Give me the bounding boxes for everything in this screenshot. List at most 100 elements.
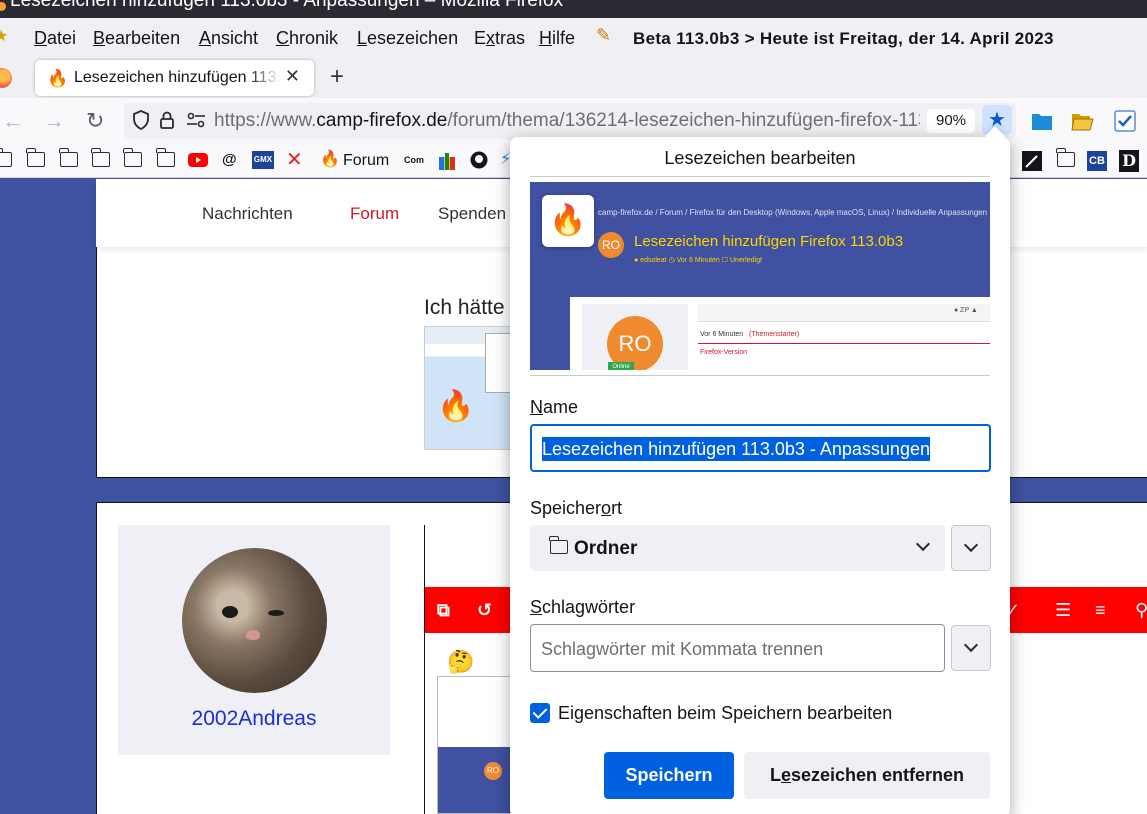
menu-datei[interactable]: Datei bbox=[34, 27, 76, 49]
nav-forum[interactable]: Forum bbox=[350, 204, 399, 224]
menu-chronik[interactable]: Chronik bbox=[276, 27, 338, 49]
back-button[interactable]: ← bbox=[2, 108, 24, 134]
bookmark-folder-icon[interactable] bbox=[59, 148, 78, 167]
thumbnail-band bbox=[438, 747, 510, 813]
bookmark-folder-icon[interactable] bbox=[123, 148, 142, 167]
pen-icon[interactable] bbox=[1022, 151, 1042, 171]
zoom-reset-button[interactable]: 90% bbox=[927, 109, 975, 133]
url-bar[interactable]: https://www.camp-firefox.de/forum/thema/… bbox=[124, 103, 1016, 139]
folder-icon bbox=[549, 536, 568, 554]
align-left-icon[interactable]: ≡ bbox=[1095, 600, 1106, 620]
preview-avatar: RO bbox=[598, 232, 624, 258]
separator bbox=[530, 375, 990, 376]
flame-favicon-icon: 🔥 bbox=[47, 69, 69, 88]
user-card: 2002Andreas bbox=[118, 525, 390, 755]
name-input-value: Lesezeichen hinzufügen 113.0b3 - Anpassu… bbox=[542, 437, 930, 461]
name-input[interactable]: Lesezeichen hinzufügen 113.0b3 - Anpassu… bbox=[530, 424, 991, 472]
show-editor-checkbox[interactable] bbox=[530, 703, 550, 723]
folder-select[interactable]: Ordner bbox=[530, 525, 945, 571]
preview-buttons: ● ZP ▲ bbox=[954, 307, 978, 314]
flame-icon[interactable]: 🔥 bbox=[320, 150, 340, 170]
avatar-nose bbox=[246, 630, 260, 640]
folder-blue-icon[interactable] bbox=[1030, 109, 1054, 133]
preview-breadcrumb: camp-firefox.de / Forum / Firefox für de… bbox=[598, 208, 988, 217]
screenshot-thumbnail[interactable]: RO bbox=[437, 676, 511, 814]
reload-button[interactable]: ↻ bbox=[86, 108, 104, 134]
com-icon[interactable]: Com bbox=[404, 150, 424, 170]
lock-icon[interactable] bbox=[160, 111, 174, 129]
bookmark-folder-icon[interactable] bbox=[26, 148, 45, 167]
preview-divider bbox=[698, 343, 990, 344]
remove-bookmark-button[interactable]: Lesezeichen entfernen bbox=[744, 752, 990, 799]
folder-select-value: Ordner bbox=[574, 538, 638, 559]
location-label: Speicherort bbox=[530, 498, 623, 518]
firefox-logo-icon[interactable] bbox=[0, 68, 12, 88]
thinking-emoji: 🤔 bbox=[447, 649, 475, 674]
avatar-eye bbox=[222, 606, 238, 618]
show-editor-label[interactable]: Eigenschaften beim Speichern bearbeiten bbox=[558, 703, 892, 724]
list-icon[interactable]: ☰ bbox=[1055, 600, 1071, 620]
username-link[interactable]: 2002Andreas bbox=[118, 707, 390, 731]
preview-toolbar: ● ZP ▲ bbox=[698, 304, 990, 322]
editor-border bbox=[424, 525, 425, 814]
cb-icon[interactable]: CB bbox=[1087, 151, 1107, 171]
undo-icon[interactable]: ↺ bbox=[477, 600, 492, 620]
forward-button[interactable]: → bbox=[43, 108, 65, 134]
menu-bearbeiten[interactable]: Bearbeiten bbox=[93, 27, 180, 49]
notepad-icon[interactable]: ✎ bbox=[596, 25, 611, 46]
firefox-beta-icon bbox=[0, 2, 6, 11]
screenshot-thumbnail[interactable]: 🔥 bbox=[424, 326, 514, 450]
gmx-icon[interactable]: GMX bbox=[252, 151, 274, 169]
close-tab-icon[interactable]: ✕ bbox=[285, 66, 300, 87]
url-text[interactable]: https://www.camp-firefox.de/forum/thema/… bbox=[214, 110, 920, 132]
separator bbox=[530, 176, 990, 177]
gift-icon[interactable] bbox=[437, 151, 457, 171]
save-button[interactable]: Speichern bbox=[604, 752, 734, 799]
folder-open-icon[interactable] bbox=[1070, 109, 1094, 133]
menu-extras[interactable]: Extras bbox=[474, 27, 525, 49]
menu-hilfe[interactable]: Hilfe bbox=[539, 27, 575, 49]
link-icon[interactable]: ⚲ bbox=[1135, 600, 1147, 620]
preview-meta: ● edsoleat ◷ Vor 6 Minuten ☐ Unerledigt bbox=[634, 257, 762, 264]
nav-nachrichten[interactable]: Nachrichten bbox=[202, 204, 293, 224]
preview-post-heading: Firefox-Version bbox=[700, 349, 748, 356]
thumbnail-avatar: RO bbox=[484, 762, 502, 780]
status-text: Beta 113.0b3 > Heute ist Freitag, der 14… bbox=[633, 29, 1054, 48]
window-titlebar: Lesezeichen hinzufügen 113.0b3 - Anpassu… bbox=[0, 0, 1147, 18]
nav-spenden[interactable]: Spenden bbox=[438, 204, 506, 224]
menu-bar: ★ Datei Bearbeiten Ansicht Chronik Lesez… bbox=[0, 18, 1147, 58]
folder-tree-expander[interactable] bbox=[951, 525, 991, 571]
youtube-icon[interactable] bbox=[188, 152, 208, 168]
tags-expander[interactable] bbox=[951, 625, 991, 671]
avatar[interactable] bbox=[182, 548, 327, 693]
bookmark-folder-icon[interactable] bbox=[1056, 148, 1075, 167]
tags-placeholder: Schlagwörter mit Kommata trennen bbox=[541, 639, 824, 659]
tags-input[interactable]: Schlagwörter mit Kommata trennen bbox=[530, 624, 945, 672]
permissions-icon[interactable] bbox=[186, 112, 206, 128]
bookmark-folder-icon[interactable] bbox=[156, 148, 175, 167]
github-icon[interactable] bbox=[470, 151, 488, 169]
post-text: Ich hätte bbox=[424, 296, 505, 319]
new-tab-button[interactable]: + bbox=[326, 62, 348, 92]
tab-title: Lesezeichen hinzufügen 113.0b3 - Anpassu… bbox=[74, 69, 280, 86]
x-red-icon[interactable]: ✕ bbox=[286, 150, 303, 170]
bookmark-folder-icon[interactable] bbox=[0, 148, 12, 167]
shield-icon[interactable] bbox=[132, 110, 150, 130]
at-sign-icon[interactable]: @ bbox=[222, 150, 237, 170]
menu-ansicht[interactable]: Ansicht bbox=[199, 27, 258, 49]
menu-lesezeichen[interactable]: Lesezeichen bbox=[357, 27, 458, 49]
window-title: Lesezeichen hinzufügen 113.0b3 - Anpassu… bbox=[10, 0, 564, 11]
preview-online-badge: Online bbox=[608, 362, 634, 370]
bookmark-folder-icon[interactable] bbox=[91, 148, 110, 167]
d-letter-icon[interactable]: D bbox=[1119, 150, 1139, 172]
preview-post-time: Vor 6 Minuten (Themenstarter) bbox=[700, 331, 800, 338]
panel-title: Lesezeichen bearbeiten bbox=[664, 148, 856, 168]
tab-lesezeichen[interactable]: 🔥 Lesezeichen hinzufügen 113.0b3 - Anpas… bbox=[35, 60, 314, 96]
bookmark-forum[interactable]: Forum bbox=[343, 152, 389, 170]
checklist-icon[interactable] bbox=[1113, 109, 1137, 133]
page-preview: camp-firefox.de / Forum / Firefox für de… bbox=[530, 182, 990, 370]
source-code-icon[interactable]: ⧉ bbox=[437, 600, 450, 620]
avatar-eye bbox=[268, 610, 284, 616]
edit-bookmark-panel: Lesezeichen bearbeiten camp-firefox.de /… bbox=[510, 137, 1010, 814]
chevron-down-icon bbox=[963, 637, 979, 653]
